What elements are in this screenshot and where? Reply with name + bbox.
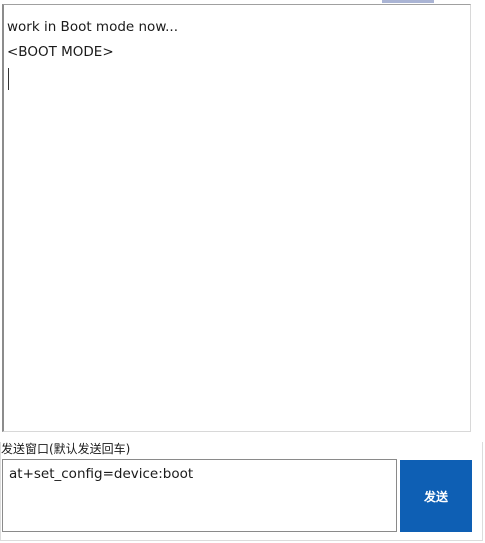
- send-button[interactable]: 发送: [400, 460, 472, 532]
- text-caret: [8, 68, 9, 90]
- receive-line: work in Boot mode now...: [7, 19, 178, 35]
- send-input[interactable]: at+set_config=device:boot: [2, 459, 397, 532]
- receive-line: <BOOT MODE>: [7, 44, 114, 60]
- top-accent-bar: [382, 0, 434, 3]
- scrollbar-track[interactable]: [473, 4, 483, 432]
- send-window-caption: 发送窗口(默认发送回车): [1, 441, 133, 457]
- serial-terminal-window: work in Boot mode now... <BOOT MODE> 发送窗…: [0, 0, 485, 543]
- receive-output-area[interactable]: work in Boot mode now... <BOOT MODE>: [2, 4, 471, 432]
